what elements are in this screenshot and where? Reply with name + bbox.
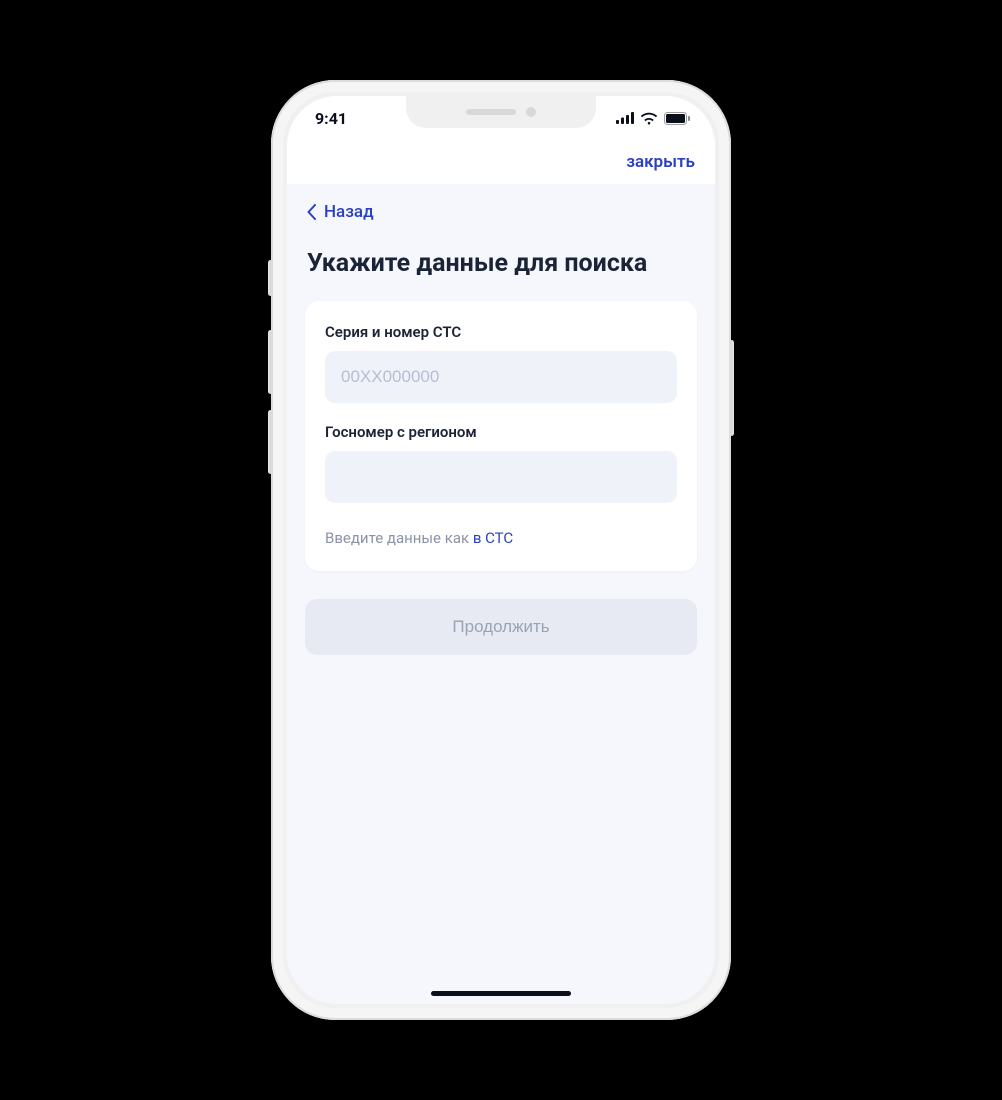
hint-prefix: Введите данные как <box>325 529 473 547</box>
back-label: Назад <box>324 202 374 222</box>
plate-label: Госномер с регионом <box>325 423 677 441</box>
sts-label: Серия и номер СТС <box>325 323 677 341</box>
phone-notch <box>406 96 596 128</box>
continue-button[interactable]: Продолжить <box>305 599 697 655</box>
chevron-left-icon <box>307 204 316 220</box>
close-button[interactable]: закрыть <box>626 152 695 172</box>
battery-icon <box>664 112 691 125</box>
wifi-icon <box>640 112 658 125</box>
sts-input[interactable] <box>325 351 677 403</box>
top-nav: закрыть <box>287 140 715 184</box>
phone-body: 9:41 закрыть <box>271 80 731 1020</box>
plate-field: Госномер с регионом <box>325 423 677 503</box>
cellular-icon <box>616 112 634 124</box>
home-indicator[interactable] <box>431 991 571 996</box>
form-card: Серия и номер СТС Госномер с регионом Вв… <box>305 301 697 571</box>
phone-frame: 9:41 закрыть <box>271 80 731 1020</box>
front-camera <box>526 107 536 117</box>
status-icons <box>616 112 691 125</box>
content-area: Назад Укажите данные для поиска Серия и … <box>287 184 715 1004</box>
sts-field: Серия и номер СТС <box>325 323 677 403</box>
screen: 9:41 закрыть <box>287 96 715 1004</box>
sts-info-link[interactable]: в СТС <box>473 529 513 547</box>
plate-input[interactable] <box>325 451 677 503</box>
back-button[interactable]: Назад <box>305 184 697 232</box>
page-title: Укажите данные для поиска <box>305 232 697 301</box>
hint-text: Введите данные как в СТС <box>325 529 677 547</box>
status-time: 9:41 <box>315 109 347 128</box>
speaker-grill <box>466 109 516 115</box>
